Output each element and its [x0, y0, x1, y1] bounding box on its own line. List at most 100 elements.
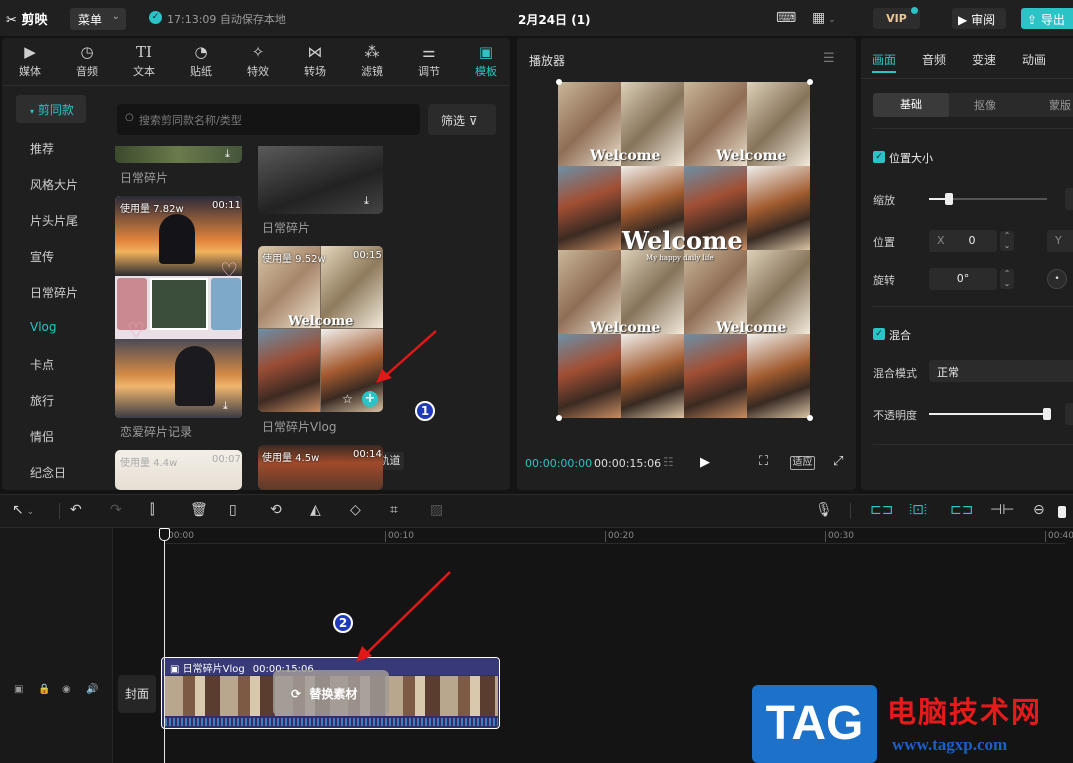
- microphone-icon[interactable]: 🎙: [815, 502, 833, 518]
- tab-media[interactable]: ▶ 媒体: [2, 42, 58, 82]
- category-item[interactable]: 纪念日: [16, 458, 86, 486]
- fit-button[interactable]: 适应: [790, 456, 815, 470]
- position-x-field[interactable]: X0: [929, 230, 997, 252]
- tab-text[interactable]: TI 文本: [116, 42, 172, 82]
- reverse-icon[interactable]: ⟲: [270, 502, 282, 518]
- redo-icon[interactable]: ↷: [110, 502, 122, 518]
- template-card-partial[interactable]: 使用量 4.4w 00:07: [115, 450, 242, 490]
- scale-slider-knob[interactable]: [945, 193, 954, 205]
- subtab-basic[interactable]: 基础: [873, 93, 949, 117]
- stepper-icon[interactable]: ⌃ ⌄: [1000, 269, 1014, 289]
- blend-mode-select[interactable]: 正常: [929, 360, 1073, 382]
- tab-transition[interactable]: ⋈ 转场: [287, 42, 343, 82]
- filter-button[interactable]: 筛选 ⊽: [428, 104, 496, 135]
- rotate-field[interactable]: 0°: [929, 268, 997, 290]
- tab-speed[interactable]: 变速: [972, 51, 996, 68]
- template-card-selected[interactable]: Welcome 使用量 9.52w 00:15 ☆ +: [258, 246, 383, 412]
- category-item[interactable]: 推荐: [16, 134, 86, 162]
- resize-handle[interactable]: [807, 79, 813, 85]
- category-item[interactable]: Vlog: [16, 314, 86, 342]
- delete-icon[interactable]: 🗑: [190, 502, 208, 518]
- project-title[interactable]: 2月24日 (1): [518, 11, 591, 28]
- tab-effects[interactable]: ✧ 特效: [230, 42, 286, 82]
- tab-template[interactable]: ▣ 模板: [458, 42, 510, 82]
- category-item[interactable]: 旅行: [16, 386, 86, 414]
- rotate-dial-icon[interactable]: •: [1047, 269, 1067, 289]
- blend-checkbox[interactable]: ✓: [873, 328, 885, 340]
- image-icon[interactable]: ▨: [430, 502, 443, 518]
- position-y-field[interactable]: Y: [1047, 230, 1073, 252]
- main-track-magnet-icon[interactable]: ⊏⊐: [870, 502, 893, 518]
- template-card-partial[interactable]: ⤓: [258, 146, 383, 214]
- select-cursor-icon[interactable]: ↖ ⌄: [12, 502, 34, 518]
- link-icon[interactable]: ⊏⊐: [950, 502, 973, 518]
- cover-button[interactable]: 封面: [118, 675, 156, 713]
- ruler-tick-mark: [825, 531, 826, 542]
- position-size-checkbox[interactable]: ✓: [873, 151, 885, 163]
- tab-adjust[interactable]: ⚌ 调节: [401, 42, 457, 82]
- replace-media-button[interactable]: ⟳ 替换素材: [273, 670, 389, 716]
- play-button[interactable]: ▶: [700, 455, 710, 470]
- opacity-slider[interactable]: [929, 408, 1051, 420]
- category-item[interactable]: 卡点: [16, 350, 86, 378]
- eye-icon[interactable]: ◉: [62, 684, 71, 695]
- template-caption: 日常碎片: [120, 171, 169, 185]
- export-button[interactable]: ⇪ 导出: [1021, 8, 1073, 29]
- waveform-icon[interactable]: ☷: [663, 455, 674, 469]
- search-input[interactable]: ○ 搜索剪同款名称/类型: [117, 104, 420, 135]
- resize-handle[interactable]: [556, 415, 562, 421]
- review-button[interactable]: ▶ 审阅: [952, 8, 1006, 29]
- freeze-icon[interactable]: ▯: [229, 502, 237, 518]
- template-card-partial[interactable]: 使用量 4.5w 00:14: [258, 445, 383, 490]
- subtab-mask[interactable]: 蒙版: [1049, 97, 1071, 113]
- keyboard-icon[interactable]: ⌨: [776, 10, 796, 26]
- rotate-icon[interactable]: ◇: [350, 502, 361, 518]
- scale-value-field[interactable]: [1065, 188, 1073, 210]
- resize-handle[interactable]: [807, 415, 813, 421]
- fullscreen-icon[interactable]: ⤢: [833, 454, 843, 469]
- audio-icon: ◷: [80, 43, 94, 61]
- category-item[interactable]: 日常碎片: [16, 278, 86, 306]
- opacity-slider-knob[interactable]: [1043, 408, 1051, 420]
- layout-icon[interactable]: ▦ ⌄: [812, 10, 836, 26]
- tab-picture[interactable]: 画面: [872, 51, 896, 68]
- category-item[interactable]: 宣传: [16, 242, 86, 270]
- hamburger-menu-icon[interactable]: ☰: [823, 51, 835, 66]
- volume-icon[interactable]: 🔊: [86, 684, 98, 695]
- undo-icon[interactable]: ↶: [70, 502, 82, 518]
- playhead[interactable]: [164, 530, 165, 763]
- zoom-slider-knob[interactable]: [1058, 506, 1066, 518]
- category-header[interactable]: ▾ 剪同款: [16, 95, 86, 123]
- split-icon[interactable]: ⫿: [150, 502, 154, 518]
- template-duration: 00:15: [353, 250, 382, 261]
- auto-snap-icon[interactable]: ⦙⊡⦙: [909, 502, 927, 518]
- favorite-star-icon[interactable]: ☆: [342, 392, 353, 406]
- opacity-value-field[interactable]: [1065, 403, 1073, 425]
- playhead-handle[interactable]: [159, 528, 170, 541]
- subtab-matting[interactable]: 抠像: [974, 97, 996, 113]
- scale-slider[interactable]: [929, 193, 1047, 205]
- search-placeholder: 搜索剪同款名称/类型: [139, 114, 242, 127]
- resize-handle[interactable]: [556, 79, 562, 85]
- tab-audio-props[interactable]: 音频: [922, 51, 946, 68]
- menu-dropdown[interactable]: 菜单 ⌄: [70, 8, 126, 30]
- track-placeholder-icon[interactable]: ▣: [14, 684, 23, 695]
- tab-filter[interactable]: ⁂ 滤镜: [344, 42, 400, 82]
- template-card-partial[interactable]: ⤓: [115, 146, 242, 163]
- tab-audio[interactable]: ◷ 音频: [59, 42, 115, 82]
- preview-axis-icon[interactable]: ⊣⊢: [990, 502, 1014, 518]
- screenshot-icon[interactable]: ⛶: [759, 454, 768, 469]
- video-preview[interactable]: Welcome Welcome Welcome My happy daily l…: [558, 82, 810, 418]
- tab-sticker[interactable]: ◔ 贴纸: [173, 42, 229, 82]
- category-item[interactable]: 片头片尾: [16, 206, 86, 234]
- category-item[interactable]: 风格大片: [16, 170, 86, 198]
- template-card[interactable]: ♡ ♡ 使用量 7.82w 00:11 ⤓: [115, 196, 242, 418]
- tab-animation[interactable]: 动画: [1022, 51, 1046, 68]
- mirror-icon[interactable]: ◭: [310, 502, 321, 518]
- zoom-out-icon[interactable]: ⊖: [1033, 502, 1045, 518]
- stepper-icon[interactable]: ⌃ ⌄: [1000, 231, 1014, 251]
- add-to-track-button[interactable]: +: [362, 391, 378, 407]
- lock-icon[interactable]: 🔒: [38, 684, 50, 695]
- category-item[interactable]: 情侣: [16, 422, 86, 450]
- crop-icon[interactable]: ⌗: [390, 502, 398, 518]
